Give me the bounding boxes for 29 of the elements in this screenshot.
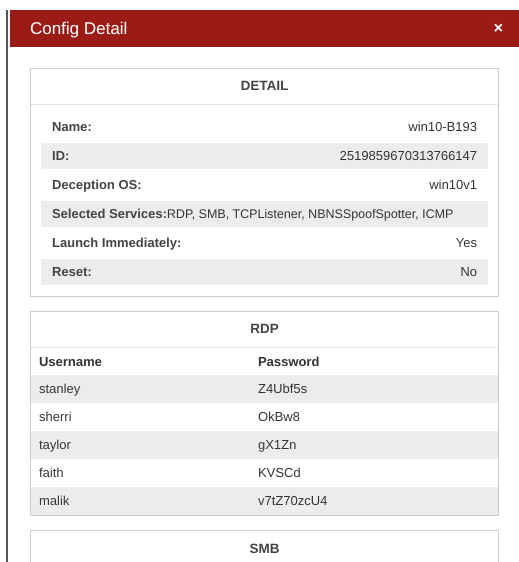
table-cell-text: sherri [39, 408, 73, 426]
panel-title: DETAIL [240, 77, 288, 96]
field-value: 2519859670313766147 [340, 147, 477, 166]
table-cell-text: malik [39, 492, 70, 510]
field-value: No [460, 263, 477, 282]
field-value: win10-B193 [408, 118, 477, 136]
field-label: Name: [52, 118, 92, 136]
panel-title: RDP [250, 320, 279, 338]
table-cell-text: faith [39, 464, 65, 482]
close-button[interactable]: × [494, 20, 503, 36]
field-value: RDP, SMB, TCPListener, NBNSSpoofSpotter, ICMP [166, 206, 454, 223]
table-cell-text: taylor [39, 436, 72, 454]
dialog-title: Config Detail [30, 18, 128, 40]
field-label: ID: [52, 147, 70, 166]
table-cell-text: v7tZ70zcU4 [258, 492, 328, 510]
column-header: Username [39, 352, 103, 371]
table-cell-text: OkBw8 [258, 408, 300, 426]
table-cell-text: gX1Zn [258, 436, 296, 454]
panel-title: SMB [250, 540, 280, 558]
field-value: win10v1 [429, 176, 477, 194]
field-label: Launch Immediately: [52, 234, 182, 252]
field-value: Yes [456, 234, 477, 252]
field-label: Selected Services: [52, 205, 167, 224]
table-cell-text: KVSCd [258, 464, 301, 482]
table-cell-text: stanley [39, 380, 82, 398]
field-label: Reset: [52, 263, 92, 282]
field-label: Deception OS: [52, 176, 142, 194]
table-cell-text: Z4Ubf5s [258, 380, 308, 398]
column-header: Password [258, 352, 320, 371]
